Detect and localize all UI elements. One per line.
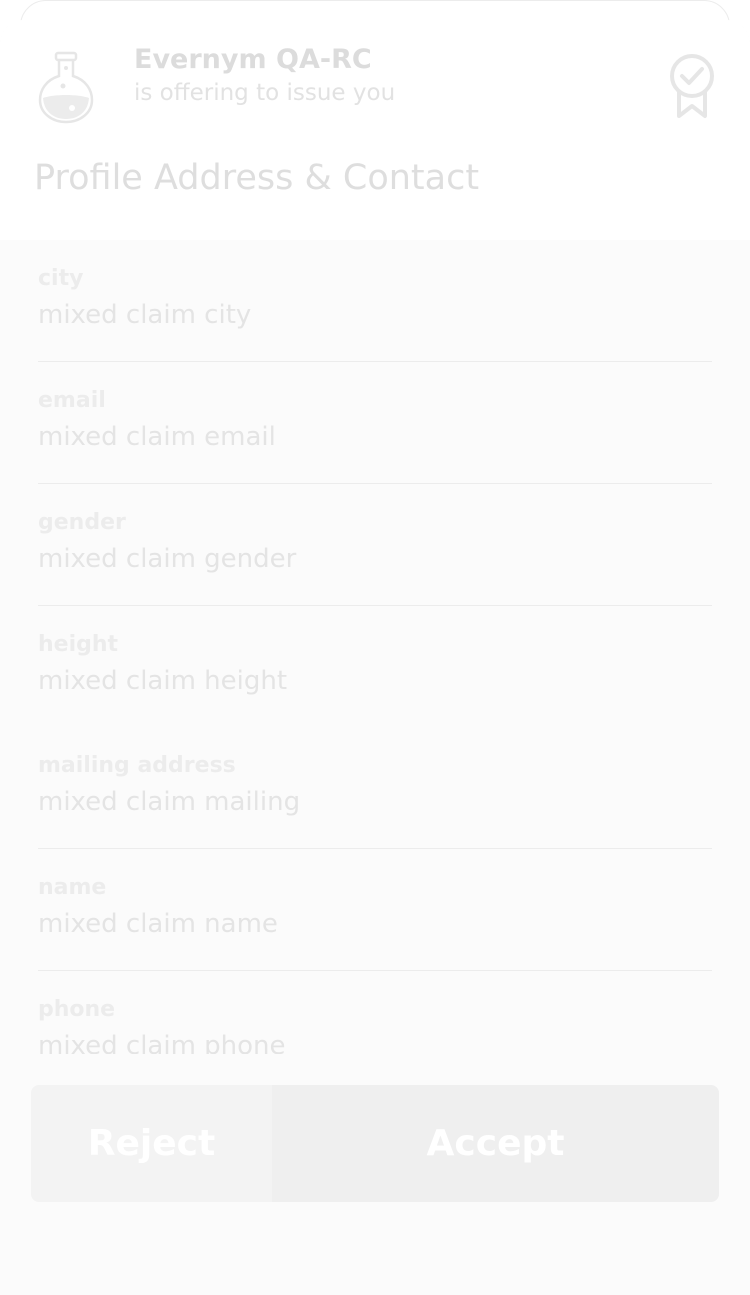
issuer-subtitle: is offering to issue you — [134, 80, 396, 106]
action-buttons: Reject Accept — [31, 1085, 719, 1202]
attribute-row-city: city mixed claim city — [38, 240, 712, 362]
attribute-label: email — [38, 388, 106, 413]
attribute-label: gender — [38, 510, 126, 535]
attribute-row-height: height mixed claim height — [38, 606, 712, 728]
attribute-row-name: name mixed claim name — [38, 849, 712, 971]
credential-title: Profile Address & Contact — [34, 158, 480, 198]
attribute-value: mixed claim email — [38, 422, 276, 452]
attribute-row-mailing-address: mailing address mixed claim mailing — [38, 727, 712, 849]
issuer-name: Evernym QA-RC — [134, 44, 372, 75]
attribute-list[interactable]: city mixed claim city email mixed claim … — [0, 240, 750, 1054]
attribute-row-email: email mixed claim email — [38, 362, 712, 484]
reject-button[interactable]: Reject — [31, 1085, 272, 1202]
attribute-label: city — [38, 266, 84, 291]
attribute-label: phone — [38, 997, 116, 1022]
card-header: Evernym QA-RC is offering to issue you P… — [0, 20, 750, 240]
accept-button[interactable]: Accept — [272, 1085, 719, 1202]
attribute-value: mixed claim gender — [38, 544, 297, 574]
award-ribbon-icon — [670, 54, 714, 118]
attribute-label: name — [38, 875, 107, 900]
credential-offer-screen: Evernym QA-RC is offering to issue you P… — [0, 0, 750, 1295]
attribute-value: mixed claim mailing — [38, 787, 301, 817]
flask-icon — [38, 51, 94, 124]
attribute-value: mixed claim name — [38, 909, 278, 939]
attribute-value: mixed claim city — [38, 300, 252, 330]
attribute-label: mailing address — [38, 753, 236, 778]
attribute-label: height — [38, 632, 119, 657]
attribute-row-phone: phone mixed claim phone — [38, 971, 712, 1054]
attribute-value: mixed claim phone — [38, 1031, 286, 1054]
credential-offer-card: Evernym QA-RC is offering to issue you P… — [0, 20, 750, 1295]
attribute-row-gender: gender mixed claim gender — [38, 484, 712, 606]
attribute-value: mixed claim height — [38, 666, 288, 696]
